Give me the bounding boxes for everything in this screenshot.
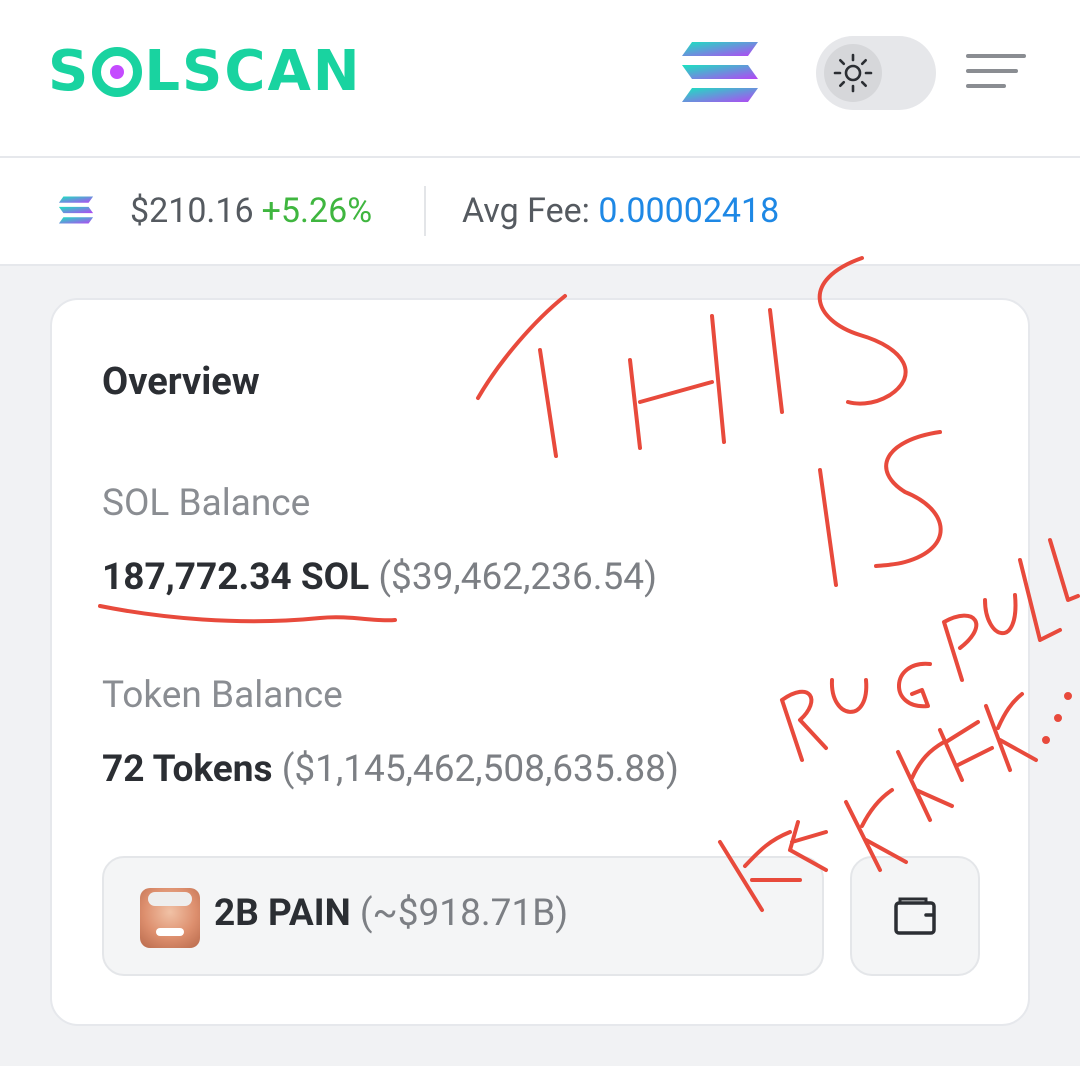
token-balance-usd: ($1,145,462,508,635.88) <box>281 748 679 791</box>
selected-token-usd: (~$918.71B) <box>359 892 569 935</box>
market-info-bar: $210.16 +5.26% Avg Fee: 0.00002418 <box>0 158 1080 266</box>
ellipsis-dot <box>1054 714 1062 722</box>
token-balance-value: 72 Tokens <box>102 748 273 791</box>
selected-token-name: 2B PAIN <box>214 892 351 935</box>
price-divider <box>424 186 426 236</box>
ellipsis-dot <box>1042 736 1050 744</box>
token-avatar <box>140 888 200 948</box>
sol-price: $210.16 +5.26% <box>130 188 372 234</box>
avg-fee-label: Avg Fee: <box>462 191 590 231</box>
solscan-logo[interactable]: S LSCAN <box>48 40 362 104</box>
logo-o-icon <box>92 47 143 97</box>
logo-text-end: LSCAN <box>144 39 362 104</box>
top-header: S LSCAN <box>0 0 1080 158</box>
token-selector[interactable]: 2B PAIN (~$918.71B) <box>102 856 824 976</box>
theme-toggle-knob <box>824 44 882 102</box>
wallet-button[interactable] <box>850 856 980 976</box>
hamburger-menu-icon[interactable] <box>966 52 1028 92</box>
selected-token: 2B PAIN (~$918.71B) <box>214 892 568 935</box>
overview-card: Overview SOL Balance 187,772.34 SOL ($39… <box>50 298 1030 1026</box>
sol-price-value: $210.16 <box>130 191 254 231</box>
solana-logo-icon[interactable] <box>680 40 760 104</box>
avg-fee: Avg Fee: 0.00002418 <box>462 188 779 234</box>
token-balance-label: Token Balance <box>102 674 343 717</box>
overview-title: Overview <box>102 360 260 404</box>
sol-price-icon <box>58 196 94 224</box>
sun-icon <box>833 53 873 93</box>
theme-toggle[interactable] <box>816 36 936 110</box>
sol-balance-value: 187,772.34 SOL <box>102 556 370 599</box>
sol-balance: 187,772.34 SOL ($39,462,236.54) <box>102 556 657 599</box>
avg-fee-value: 0.00002418 <box>598 191 780 231</box>
sol-balance-label: SOL Balance <box>102 482 311 525</box>
token-balance: 72 Tokens ($1,145,462,508,635.88) <box>102 748 679 791</box>
sol-balance-usd: ($39,462,236.54) <box>378 556 657 599</box>
sol-price-change: +5.26% <box>261 191 373 231</box>
wallet-icon <box>894 897 936 935</box>
logo-text-start: S <box>48 39 91 104</box>
ellipsis-dot <box>1064 692 1072 700</box>
letter-L-2 <box>1048 538 1080 602</box>
